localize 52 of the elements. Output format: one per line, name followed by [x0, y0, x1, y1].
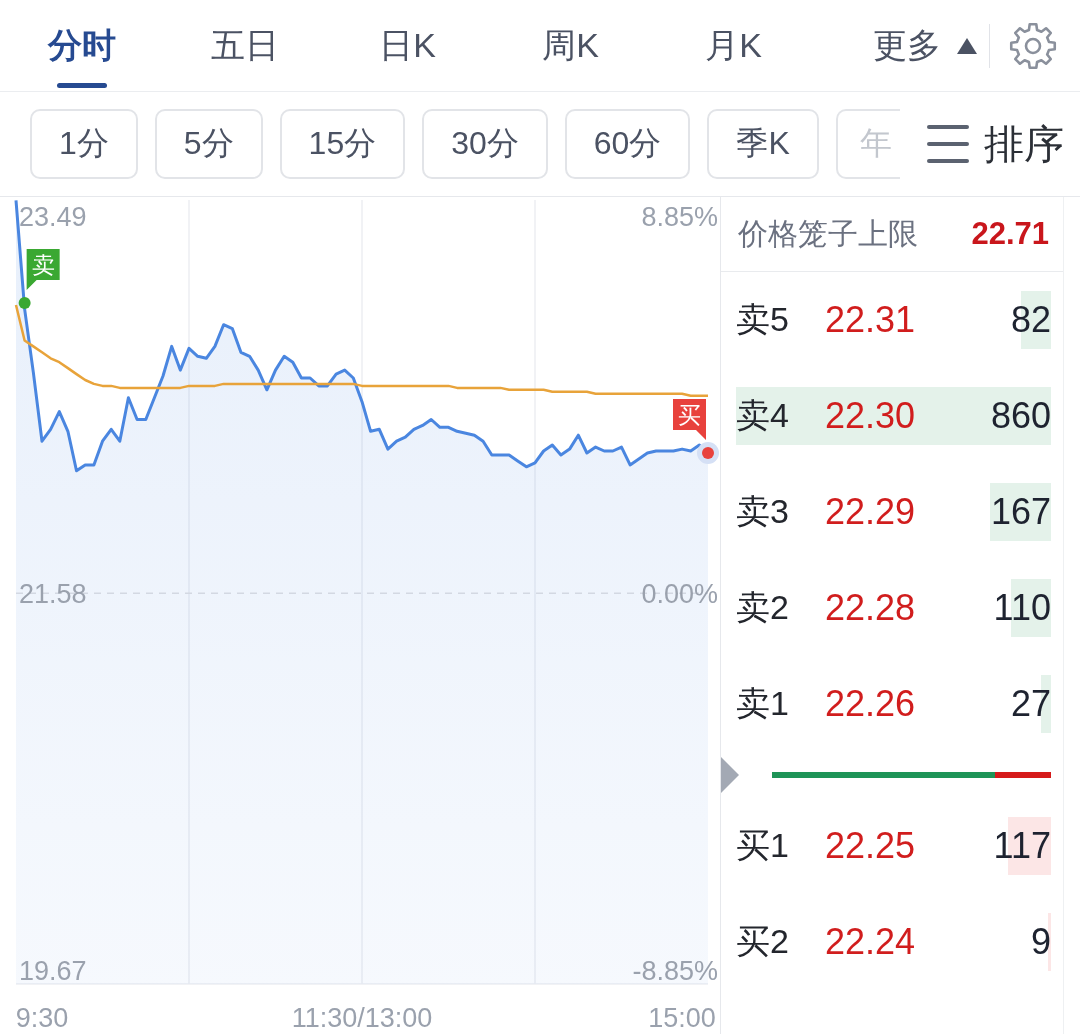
- order-level-label: 卖5: [736, 299, 790, 340]
- order-volume: 9: [1030, 921, 1051, 963]
- period-chip[interactable]: 60分: [564, 109, 691, 179]
- order-volume: 110: [993, 587, 1051, 629]
- order-level-label: 卖1: [736, 683, 790, 724]
- order-price: 22.25: [825, 825, 917, 867]
- menu-icon: [927, 125, 969, 163]
- caret-up-icon: [957, 37, 977, 54]
- period-chip[interactable]: 15分: [279, 109, 406, 179]
- more-tab[interactable]: 更多: [861, 0, 989, 91]
- order-level-label: 买2: [736, 921, 790, 962]
- settings-icon[interactable]: [1008, 20, 1058, 71]
- order-volume: 117: [993, 825, 1051, 867]
- order-price: 22.28: [825, 587, 917, 629]
- time-axis-label: 15:00: [648, 1003, 716, 1033]
- caret-right-icon[interactable]: [721, 757, 739, 793]
- percent-axis-label: 8.85%: [641, 202, 718, 233]
- order-volume: 860: [990, 395, 1051, 437]
- chart-tab[interactable]: 周K: [489, 0, 652, 91]
- order-volume: 167: [990, 491, 1051, 533]
- chart-tab[interactable]: 分时: [0, 0, 163, 91]
- chart-tab[interactable]: 五日: [163, 0, 326, 91]
- period-chip[interactable]: 季K: [707, 109, 819, 179]
- price-axis-label: 21.58: [19, 579, 87, 610]
- order-price: 22.26: [825, 683, 917, 725]
- time-axis-label: 9:30: [15, 1003, 69, 1033]
- trade-signal-flag: 卖: [26, 249, 60, 290]
- order-level-label: 卖3: [736, 491, 790, 532]
- order-level-label: 买1: [736, 825, 790, 866]
- percent-axis-label: -8.85%: [632, 956, 718, 987]
- series-label: 买: [678, 402, 701, 429]
- period-chip[interactable]: 1分: [30, 109, 138, 179]
- order-volume: 27: [1010, 683, 1051, 725]
- chart-tab[interactable]: 月K: [652, 0, 815, 91]
- order-price: 22.30: [825, 395, 917, 437]
- order-price: 22.29: [825, 491, 917, 533]
- order-level-label: 卖2: [736, 587, 790, 628]
- period-chip[interactable]: 5分: [154, 109, 263, 179]
- chart-tab[interactable]: 日K: [326, 0, 489, 91]
- trade-signal-flag: 买: [673, 399, 706, 440]
- price-axis-label: 23.49: [19, 202, 87, 233]
- order-price: 22.31: [825, 299, 917, 341]
- order-volume: 82: [1010, 299, 1051, 341]
- order-level-label: 卖4: [736, 395, 790, 436]
- price-axis-label: 19.67: [19, 956, 87, 987]
- period-chip[interactable]: 30分: [422, 109, 548, 179]
- time-axis-label: 11:30/13:00: [291, 1003, 433, 1033]
- price-cage-label: 价格笼子上限: [738, 215, 918, 252]
- percent-axis-label: 0.00%: [641, 579, 718, 610]
- order-price: 22.24: [825, 921, 917, 963]
- series-label: 卖: [31, 251, 55, 278]
- price-cage-value: 22.71: [971, 216, 1049, 252]
